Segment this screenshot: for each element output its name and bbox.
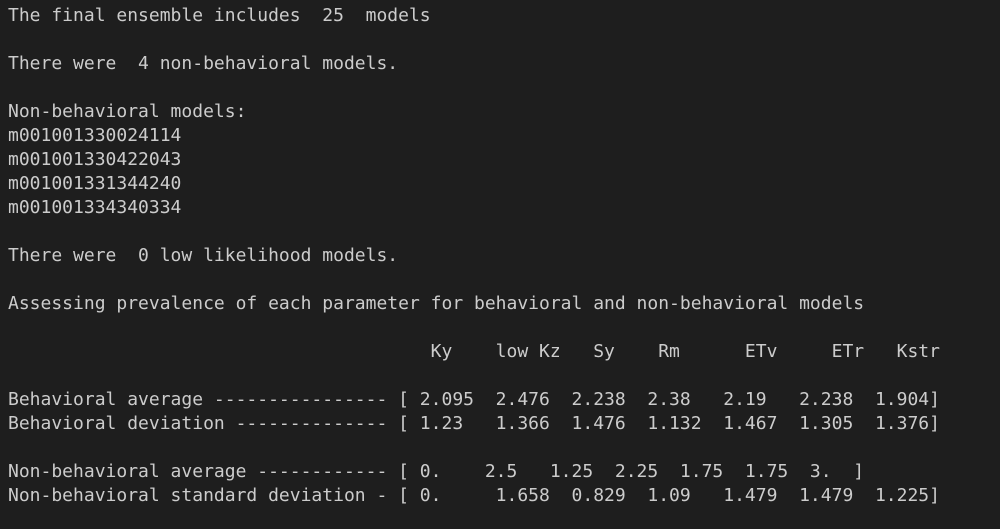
- behavioral-deviation-row: Behavioral deviation -------------- [ 1.…: [8, 413, 940, 434]
- parameter-header-row: Ky low Kz Sy Rm ETv ETr Kstr: [8, 341, 940, 362]
- nonbehavioral-average-row: Non-behavioral average ------------ [ 0.…: [8, 461, 865, 482]
- nonbehavioral-model-id: m001001330024114: [8, 125, 182, 146]
- terminal-output[interactable]: The final ensemble includes 25 models Th…: [8, 4, 1000, 529]
- nonbehavioral-model-id: m001001330422043: [8, 149, 182, 170]
- nonbehavioral-model-id: m001001334340334: [8, 197, 182, 218]
- behavioral-average-row: Behavioral average ---------------- [ 2.…: [8, 389, 940, 410]
- nonbehavioral-count-line: There were 4 non-behavioral models.: [8, 53, 399, 74]
- assessing-prevalence-line: Assessing prevalence of each parameter f…: [8, 293, 865, 314]
- ensemble-size-line: The final ensemble includes 25 models: [8, 5, 431, 26]
- nonbehavioral-model-id: m001001331344240: [8, 173, 182, 194]
- low-likelihood-line: There were 0 low likelihood models.: [8, 245, 399, 266]
- nonbehavioral-deviation-row: Non-behavioral standard deviation - [ 0.…: [8, 485, 940, 506]
- nonbehavioral-models-header: Non-behavioral models:: [8, 101, 247, 122]
